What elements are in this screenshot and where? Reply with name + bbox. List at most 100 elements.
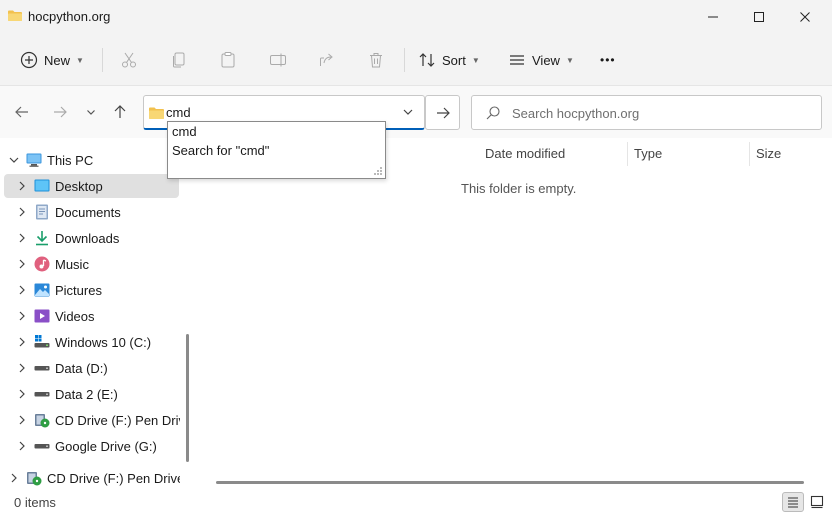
rename-button[interactable]: [266, 48, 290, 72]
cut-button[interactable]: [117, 48, 141, 72]
suggestion-item[interactable]: Search for "cmd": [172, 143, 269, 158]
file-list-pane: Date modified Type Size This folder is e…: [196, 138, 832, 490]
column-divider[interactable]: [749, 142, 750, 166]
cd-drive-icon: [27, 472, 42, 486]
title-bar: hocpython.org: [0, 0, 832, 34]
pictures-icon: [34, 283, 50, 297]
more-icon: •••: [600, 53, 616, 67]
command-bar: New ▼ Sort ▼ View ▼ •••: [0, 34, 832, 86]
sidebar-item-videos[interactable]: Videos: [0, 304, 180, 328]
column-header-label: Date modified: [485, 145, 566, 161]
chevron-right-icon[interactable]: [16, 310, 28, 322]
sidebar-item-cd-drive-f-root[interactable]: CD Drive (F:) Pen Driver: [0, 466, 180, 490]
column-header-date-modified[interactable]: Date modified: [485, 138, 565, 168]
search-input[interactable]: [512, 103, 812, 123]
minimize-button[interactable]: [690, 0, 736, 34]
paste-button[interactable]: [216, 48, 240, 72]
chevron-down-icon: [87, 110, 95, 115]
sidebar-item-cd-drive-f[interactable]: CD Drive (F:) Pen Driver: [0, 408, 180, 432]
sidebar-item-label: Desktop: [55, 179, 103, 194]
maximize-button[interactable]: [736, 0, 782, 34]
chevron-down-icon: ▼: [565, 55, 574, 65]
sidebar-item-drive-c[interactable]: Windows 10 (C:): [0, 330, 180, 354]
new-button[interactable]: New ▼: [20, 44, 84, 76]
chevron-down-icon[interactable]: [402, 106, 414, 118]
clipboard-icon: [221, 52, 235, 68]
chevron-right-icon[interactable]: [16, 232, 28, 244]
sidebar-item-label: CD Drive (F:) Pen Driver: [55, 413, 180, 428]
sidebar-item-drive-e[interactable]: Data 2 (E:): [0, 382, 180, 406]
tiles-view-button[interactable]: [806, 492, 828, 512]
details-view-button[interactable]: [782, 492, 804, 512]
delete-button[interactable]: [364, 48, 388, 72]
sidebar-item-pictures[interactable]: Pictures: [0, 278, 180, 302]
sidebar-item-label: This PC: [47, 153, 94, 168]
system-drive-icon: [34, 335, 50, 348]
address-suggestions-dropdown: cmd Search for "cmd": [167, 121, 386, 179]
chevron-right-icon[interactable]: [16, 336, 28, 348]
sidebar-item-label: CD Drive (F:) Pen Driver: [47, 471, 180, 486]
sort-button[interactable]: Sort ▼: [418, 44, 480, 76]
up-button[interactable]: [108, 100, 132, 124]
chevron-right-icon[interactable]: [16, 362, 28, 374]
plus-circle-icon: [20, 51, 38, 69]
chevron-right-icon[interactable]: [16, 258, 28, 270]
chevron-right-icon[interactable]: [16, 180, 28, 192]
share-button[interactable]: [315, 48, 339, 72]
monitor-icon: [26, 153, 42, 167]
folder-icon: [149, 107, 164, 119]
column-header-label: Type: [634, 145, 663, 161]
documents-icon: [36, 204, 48, 220]
sidebar-item-google-drive-g[interactable]: Google Drive (G:): [0, 434, 180, 458]
close-button[interactable]: [782, 0, 828, 34]
item-count: 0 items: [14, 495, 56, 510]
sidebar-item-documents[interactable]: Documents: [0, 200, 180, 224]
empty-folder-message: This folder is empty.: [461, 181, 577, 196]
forward-button[interactable]: [48, 100, 72, 124]
column-header-type[interactable]: Type: [634, 138, 662, 168]
sidebar-item-label: Music: [55, 257, 89, 272]
rename-icon: [270, 53, 286, 67]
sidebar-item-downloads[interactable]: Downloads: [0, 226, 180, 250]
trash-icon: [370, 53, 382, 68]
column-header-label: Size: [756, 145, 782, 161]
chevron-right-icon[interactable]: [16, 206, 28, 218]
tiles-view-icon: [810, 495, 824, 509]
copy-icon: [173, 52, 185, 68]
sidebar-item-this-pc[interactable]: This PC: [0, 148, 180, 172]
music-icon: [34, 256, 50, 272]
sidebar-item-drive-d[interactable]: Data (D:): [0, 356, 180, 380]
chevron-right-icon[interactable]: [16, 284, 28, 296]
view-button[interactable]: View ▼: [508, 44, 574, 76]
search-box[interactable]: [471, 95, 822, 130]
minimize-icon: [708, 16, 718, 18]
resize-grip-icon[interactable]: [373, 166, 383, 176]
more-options-button[interactable]: •••: [600, 44, 616, 76]
sidebar-item-label: Downloads: [55, 231, 120, 246]
sidebar-item-music[interactable]: Music: [0, 252, 180, 276]
maximize-icon: [754, 12, 764, 22]
sidebar-item-label: Windows 10 (C:): [55, 335, 152, 350]
suggestion-item[interactable]: cmd: [172, 124, 197, 139]
scissors-icon: [122, 52, 136, 68]
sidebar-item-desktop[interactable]: Desktop: [4, 174, 179, 198]
column-divider[interactable]: [627, 142, 628, 166]
cd-drive-icon: [35, 414, 50, 428]
horizontal-scrollbar[interactable]: [216, 481, 804, 484]
chevron-down-icon: ▼: [471, 55, 480, 65]
chevron-right-icon[interactable]: [16, 388, 28, 400]
chevron-right-icon[interactable]: [16, 440, 28, 452]
chevron-down-icon[interactable]: [8, 154, 20, 166]
column-header-size[interactable]: Size: [756, 138, 781, 168]
back-button[interactable]: [10, 100, 34, 124]
chevron-right-icon[interactable]: [16, 414, 28, 426]
copy-button[interactable]: [167, 48, 191, 72]
address-input[interactable]: [166, 102, 391, 123]
sidebar-scrollbar[interactable]: [186, 334, 189, 462]
download-icon: [36, 231, 48, 246]
go-button[interactable]: [425, 95, 460, 130]
sidebar-item-label: Pictures: [55, 283, 102, 298]
recent-locations-button[interactable]: [79, 100, 103, 124]
chevron-right-icon[interactable]: [8, 472, 20, 484]
view-button-label: View: [532, 52, 560, 68]
